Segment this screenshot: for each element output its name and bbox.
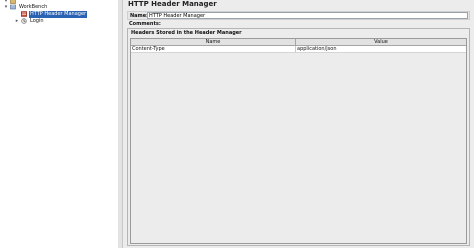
jmeter-window: ▾ ▾ WorkBench HTTP Header Manager ▸ Logi… <box>0 0 474 248</box>
thread-group-icon <box>21 18 27 24</box>
headers-table[interactable]: Name Value Content-Type application/json <box>130 38 467 244</box>
name-label: Name: <box>130 12 149 19</box>
expand-toggle[interactable]: ▸ <box>14 17 20 25</box>
collapse-toggle[interactable]: ▾ <box>3 3 9 11</box>
test-plan-tree[interactable]: ▾ ▾ WorkBench HTTP Header Manager ▸ Logi… <box>0 0 119 248</box>
page-title: HTTP Header Manager <box>128 0 217 8</box>
column-header-value[interactable]: Value <box>296 39 466 45</box>
group-title: Headers Stored in the Header Manager <box>131 30 242 36</box>
cell-name[interactable]: Content-Type <box>131 46 296 52</box>
comments-row[interactable]: Comments: <box>127 20 470 28</box>
comments-label: Comments: <box>129 21 161 27</box>
name-field[interactable] <box>147 12 468 19</box>
tree-node-login[interactable]: ▸ Login <box>14 17 45 25</box>
table-header-row: Name Value <box>131 39 466 46</box>
tree-node-label: Login <box>30 17 44 24</box>
column-header-name[interactable]: Name <box>131 39 296 45</box>
headers-group-panel: Headers Stored in the Header Manager Nam… <box>127 28 470 246</box>
table-row[interactable]: Content-Type application/json <box>131 46 466 53</box>
name-row: Name: <box>127 11 470 20</box>
cell-value[interactable]: application/json <box>296 46 466 52</box>
editor-panel: HTTP Header Manager Name: Comments: Head… <box>123 0 474 248</box>
table-empty-area[interactable] <box>131 53 466 243</box>
